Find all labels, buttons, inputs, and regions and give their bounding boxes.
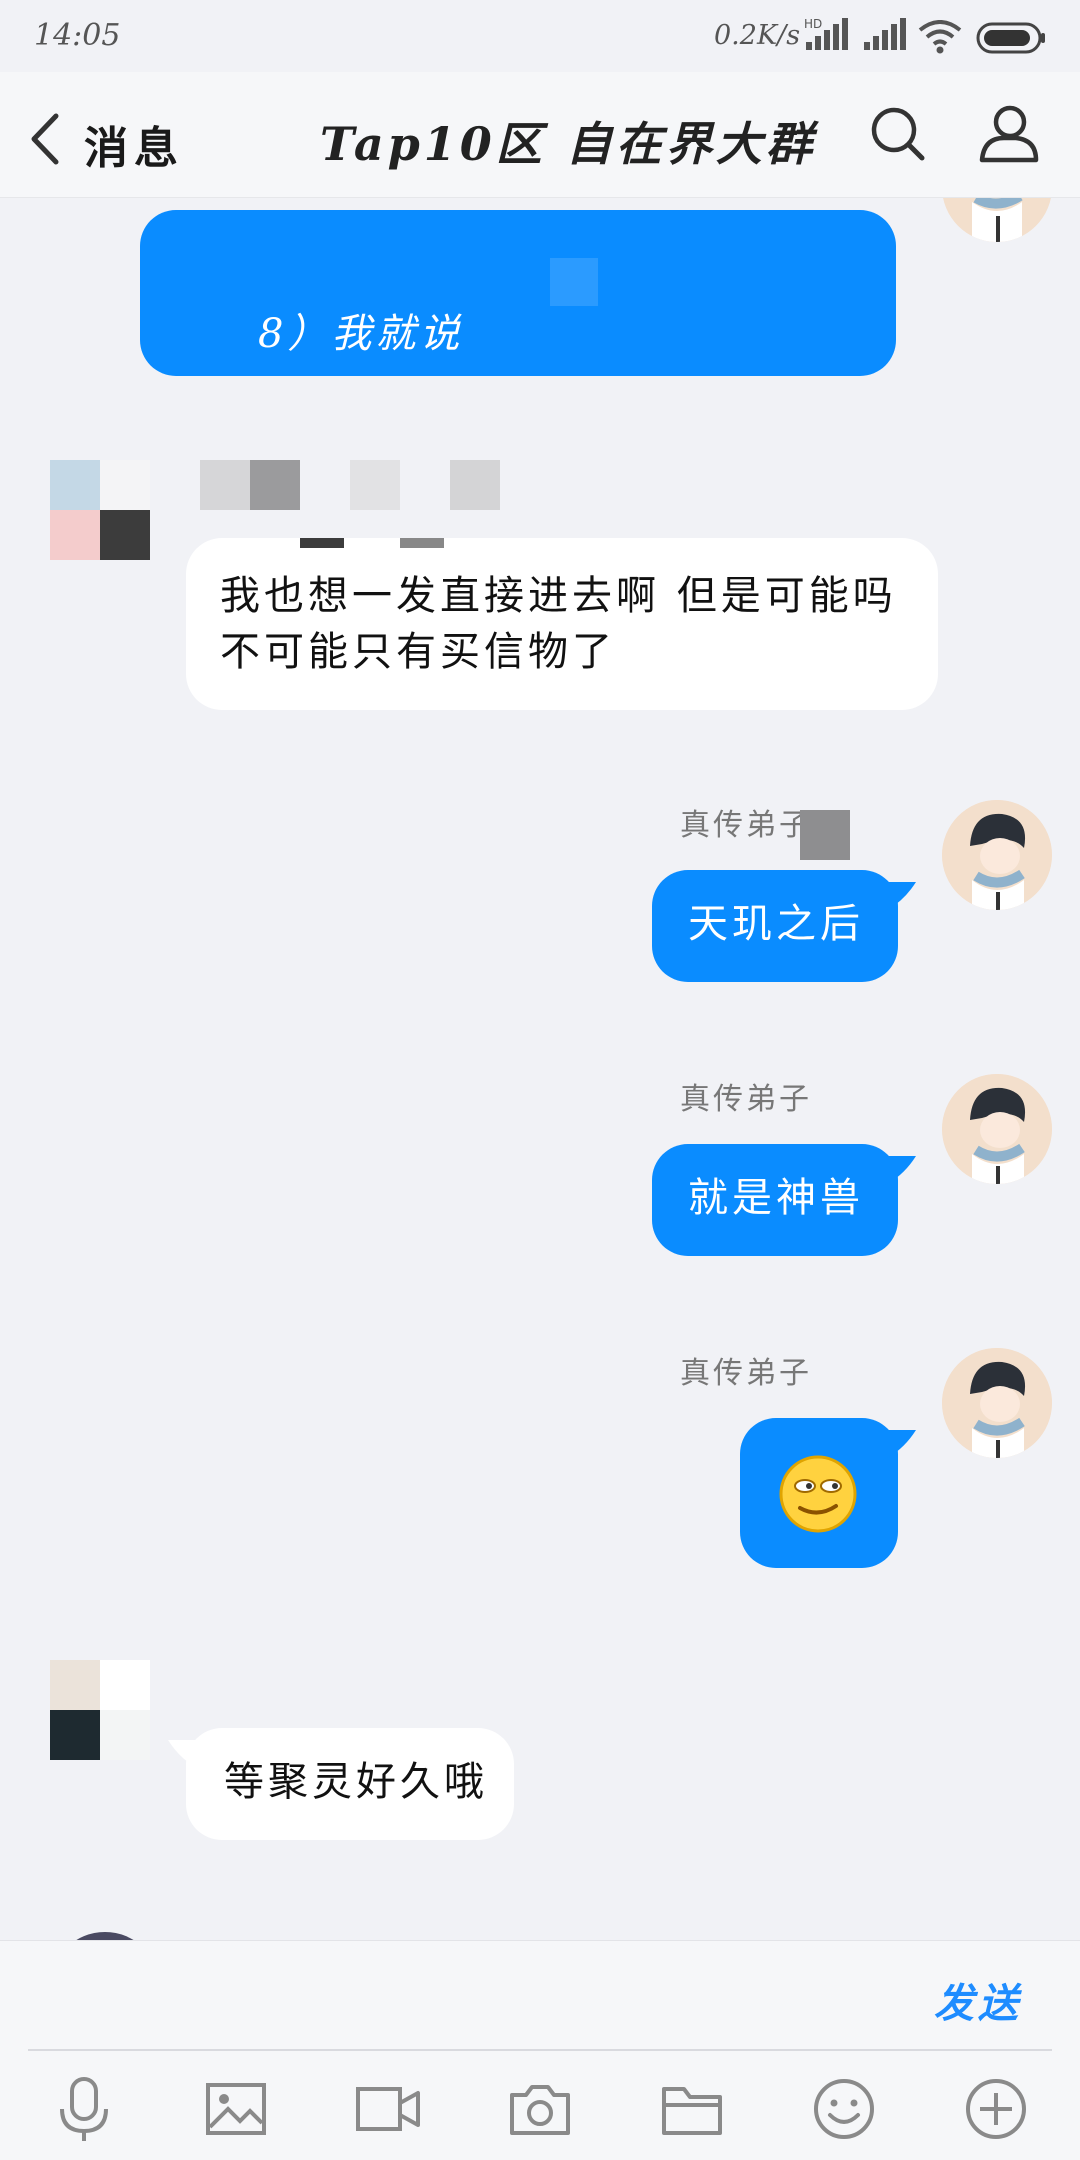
emoji-icon[interactable] [808,2073,880,2145]
back-label: 消息 [84,123,184,174]
battery-icon [976,22,1046,58]
signal-icon [862,18,908,56]
sender-name-pixelated [200,460,500,510]
sender-title: 真传弟子 [680,808,812,843]
svg-text:HD: HD [804,17,822,31]
folder-icon[interactable] [656,2073,728,2145]
status-bar: 14:05 0.2K/s HD [0,0,1080,72]
back-button[interactable]: 消息 [26,108,186,174]
avatar[interactable] [50,460,150,560]
avatar[interactable] [942,1348,1052,1458]
message-bubble[interactable]: 等聚灵好久哦 [186,1728,514,1840]
chat-header: 消息 Tap10区 自在界大群 [0,72,1080,198]
sender-title: 真传弟子 [680,1356,812,1391]
plus-icon[interactable] [960,2073,1032,2145]
smirk-emoji-icon [779,1455,857,1533]
avatar[interactable] [942,198,1052,242]
message-bubble[interactable]: 就是神兽 [652,1144,898,1256]
video-icon[interactable] [352,2073,424,2145]
message-bubble[interactable]: 8）我就说 [140,210,896,376]
search-icon[interactable] [868,102,928,170]
sender-title: 真传弟子 [680,1082,812,1117]
message-bubble[interactable] [740,1418,898,1568]
status-time: 14:05 [34,18,121,53]
network-speed: 0.2K/s [714,20,801,51]
group-title: Tap10区 自在界大群 [320,117,816,171]
bubble-tail [882,882,916,912]
message-bubble[interactable]: 天玑之后 [652,870,898,982]
message-line: 我也想一发直接进去啊 但是可能吗 [220,573,897,619]
message-text: 就是神兽 [688,1175,864,1221]
avatar[interactable] [942,1074,1052,1184]
bubble-tail [882,1430,916,1460]
avatar[interactable] [50,1932,160,1940]
bubble-tail [882,1156,916,1186]
wifi-icon [918,20,962,58]
message-input[interactable] [28,1961,908,2041]
message-bubble[interactable]: 我也想一发直接进去啊 但是可能吗 不可能只有买信物了 [186,538,938,710]
send-button[interactable]: 发送 [934,1971,1022,2029]
hd-signal-icon: HD [802,16,850,56]
bubble-tail [168,1740,202,1770]
pixelated-region [550,258,598,306]
message-list[interactable]: 8）我就说 我也想一发直接进去啊 但是可能吗 不可能只有买信物了 真传弟子 天玑… [0,198,1080,1940]
pixelated-region [800,810,850,860]
back-arrow-icon [31,113,59,165]
input-area: 发送 [0,1940,1080,2160]
image-icon[interactable] [200,2073,272,2145]
microphone-icon[interactable] [48,2073,120,2145]
group-members-icon[interactable] [976,102,1042,170]
avatar[interactable] [50,1660,150,1760]
message-text: 天玑之后 [688,901,864,947]
message-line: 不可能只有买信物了 [220,629,616,675]
camera-icon[interactable] [504,2073,576,2145]
input-divider [28,2049,1052,2051]
avatar[interactable] [942,800,1052,910]
message-text: 等聚灵好久哦 [224,1759,488,1805]
message-text: 8）我就说 [258,311,464,357]
